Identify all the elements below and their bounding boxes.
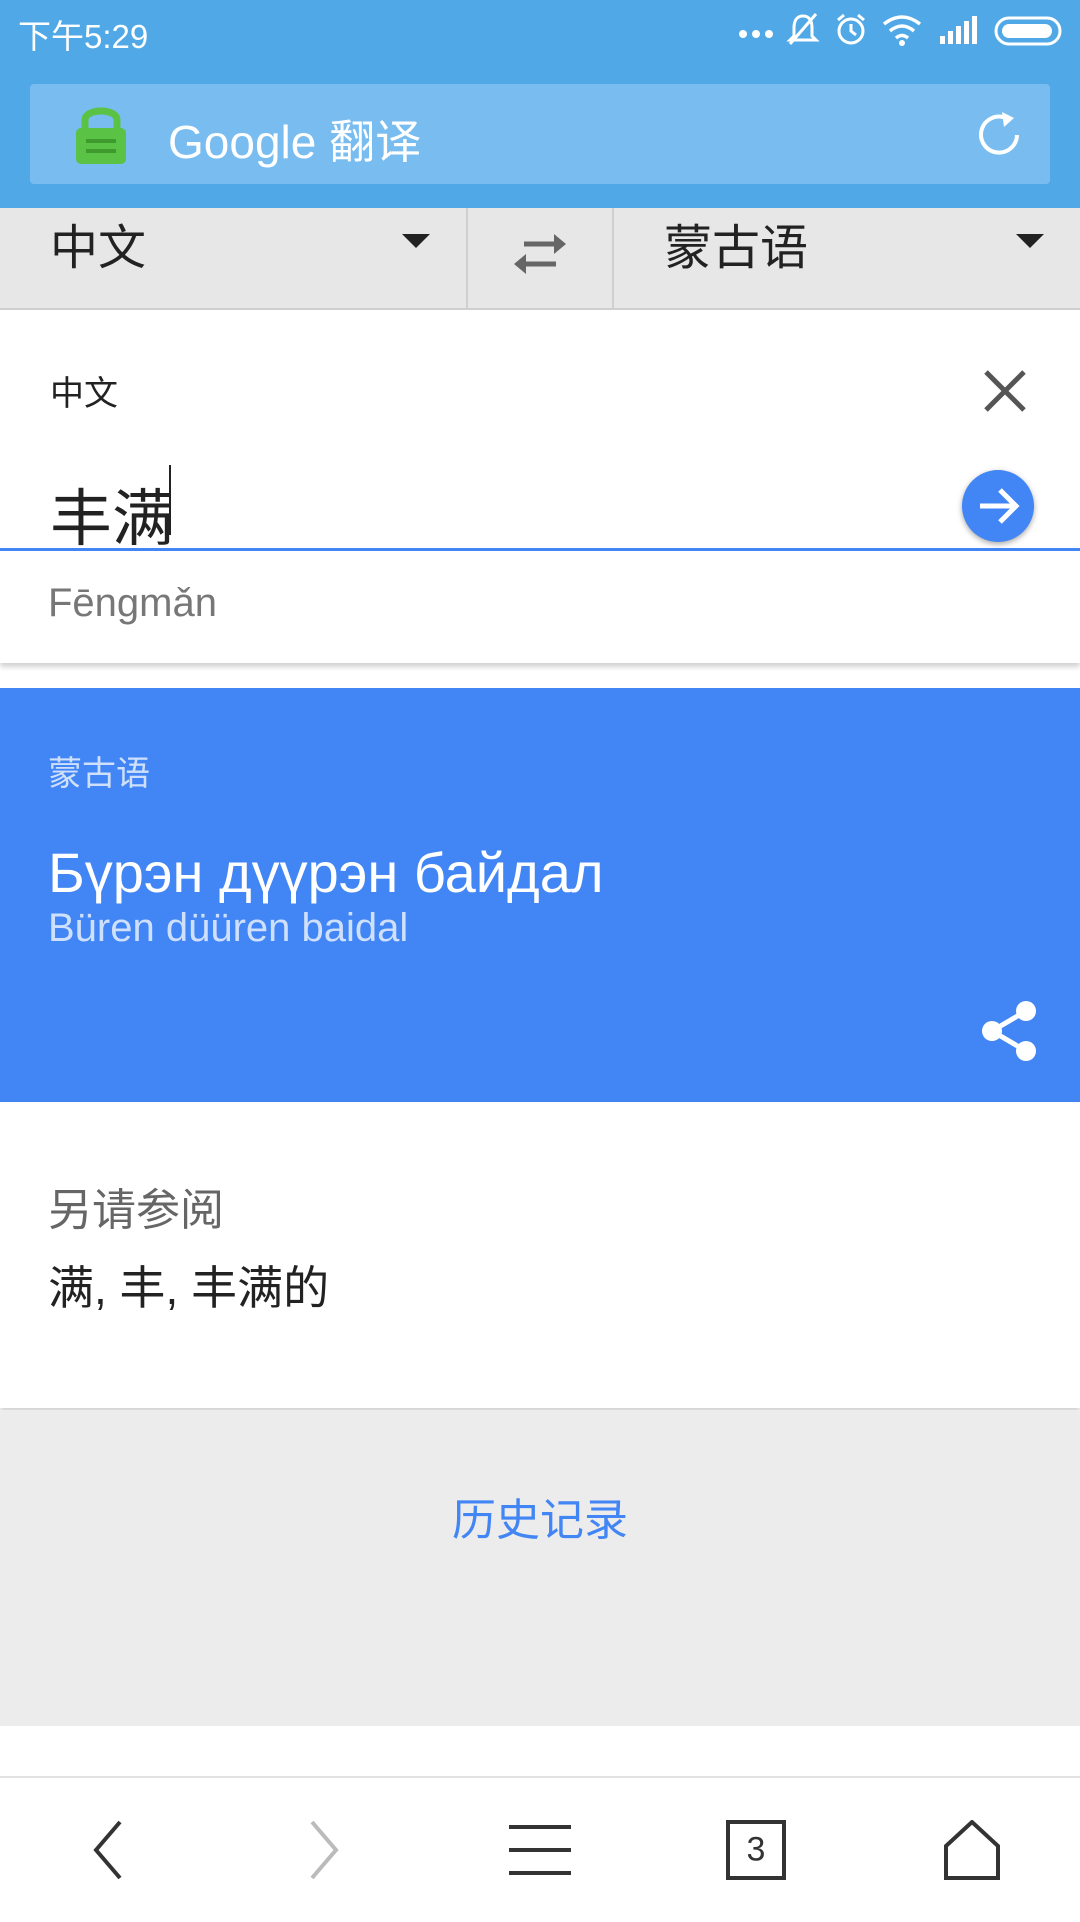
source-text-input[interactable]: 丰满 [50,468,174,558]
history-section: 历史记录 [0,1410,1080,1726]
pinyin-text: Fēngmǎn [48,581,217,625]
see-also-title: 另请参阅 [48,1186,224,1235]
language-selector-bar: 中文 蒙古语 [0,208,1080,310]
see-also-items[interactable]: 满, 丰, 丰满的 [48,1252,329,1318]
clear-icon[interactable] [980,366,1030,416]
chevron-down-icon [402,234,430,248]
menu-icon [509,1825,571,1875]
forward-button[interactable] [216,1778,432,1922]
home-icon [944,1820,1000,1880]
pinyin-row: Fēngmǎn [0,551,1080,663]
source-input-card: 中文 丰满 [0,310,1080,554]
source-language-caption: 中文 [50,375,118,413]
bottom-navigation: 3 [0,1776,1080,1922]
more-dots-icon [739,30,773,38]
target-language-select[interactable]: 蒙古语 [614,208,1080,308]
menu-button[interactable] [432,1778,648,1922]
history-link[interactable]: 历史记录 [0,1484,1080,1548]
status-time: 下午5:29 [18,18,149,55]
translate-button[interactable] [962,470,1034,542]
home-button[interactable] [864,1778,1080,1922]
tab-count: 3 [746,1830,766,1869]
mute-bell-icon [786,13,820,45]
battery-icon [994,16,1062,46]
swap-languages-button[interactable] [468,208,612,308]
arrow-right-icon [980,488,1020,524]
swap-icon [514,234,566,274]
target-language-caption: 蒙古语 [48,755,150,793]
share-icon[interactable] [978,998,1040,1064]
forward-arrow-icon [310,1820,339,1880]
back-arrow-icon [93,1820,122,1880]
lock-icon [76,107,126,164]
address-bar[interactable]: Google 翻译 [30,84,1050,184]
transliteration-text: Büren düüren baidal [48,906,409,950]
browser-top-bar: 下午5:29 Google 翻译 [0,0,1080,208]
back-button[interactable] [0,1778,216,1922]
translation-text: Бүрэн дүүрэн байдал [48,841,604,904]
target-language-label: 蒙古语 [664,222,809,275]
chevron-down-icon [1016,234,1044,248]
reload-icon[interactable] [972,108,1026,162]
alarm-icon [837,13,865,45]
text-cursor [169,465,171,535]
tabs-button[interactable]: 3 [648,1778,864,1922]
wifi-icon [882,15,922,46]
source-language-select[interactable]: 中文 [0,208,466,308]
source-language-label: 中文 [50,222,147,275]
translation-result-card[interactable]: 蒙古语 Бүрэн дүүрэн байдал Büren düüren bai… [0,688,1080,1102]
page-title: Google 翻译 [168,116,422,168]
signal-icon [940,16,977,44]
see-also-card: 另请参阅 满, 丰, 丰满的 [0,1102,1080,1408]
